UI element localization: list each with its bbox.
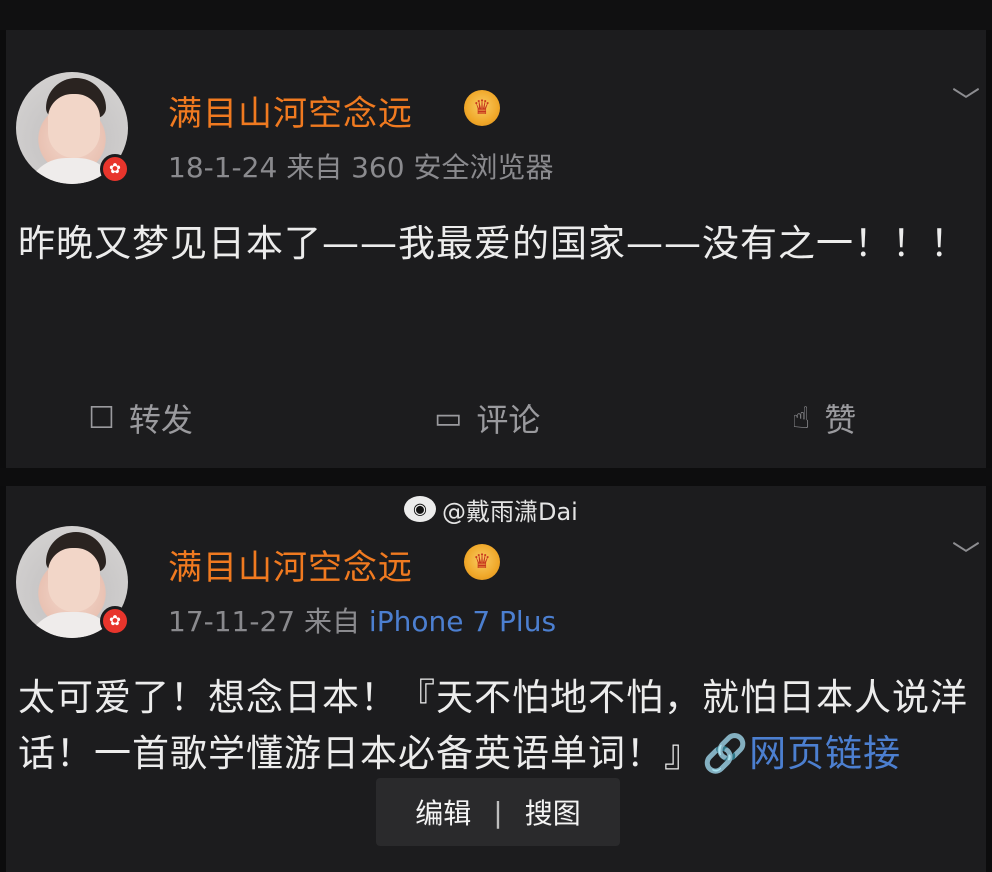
comment-icon: ▭ bbox=[434, 400, 463, 436]
source-prefix: 来自 bbox=[304, 605, 361, 638]
username[interactable]: 满目山河空念远 bbox=[168, 540, 413, 589]
post-meta: 17-11-27 来自 iPhone 7 Plus bbox=[168, 600, 556, 640]
post-meta: 18-1-24 来自 360 安全浏览器 bbox=[168, 146, 553, 186]
chevron-down-icon[interactable]: ﹀ bbox=[952, 80, 980, 120]
weibo-icon: ◉ bbox=[404, 496, 436, 522]
username[interactable]: 满目山河空念远 bbox=[168, 86, 413, 135]
like-button[interactable]: ☝ 赞 bbox=[792, 388, 856, 448]
crown-icon: ♛ bbox=[464, 90, 500, 126]
post-source[interactable]: iPhone 7 Plus bbox=[369, 605, 556, 638]
post-date: 18-1-24 bbox=[168, 151, 278, 184]
post-source: 360 安全浏览器 bbox=[351, 151, 554, 184]
top-strip bbox=[0, 0, 992, 30]
web-link[interactable]: 网页链接 bbox=[749, 732, 901, 775]
search-image-button[interactable]: 搜图 bbox=[525, 792, 581, 832]
post-text: 太可爱了！想念日本！『天不怕地不怕，就怕日本人说洋话！一首歌学懂游日本必备英语单… bbox=[18, 670, 978, 782]
action-bar: ☐ 转发 ▭ 评论 ☝ 赞 bbox=[6, 388, 986, 448]
thumbs-up-icon: ☝ bbox=[792, 400, 811, 436]
repost-button[interactable]: ☐ 转发 bbox=[88, 388, 193, 448]
post-date: 17-11-27 bbox=[168, 605, 296, 638]
post-text: 昨晚又梦见日本了——我最爱的国家——没有之一！！！ bbox=[18, 222, 968, 265]
watermark: ◉ @戴雨潇Dai bbox=[404, 492, 578, 526]
source-prefix: 来自 bbox=[286, 151, 343, 184]
like-label: 赞 bbox=[824, 401, 857, 439]
verified-badge-icon: ✿ bbox=[100, 154, 130, 184]
repost-label: 转发 bbox=[128, 401, 193, 439]
image-edit-bar: 编辑 | 搜图 bbox=[376, 778, 620, 846]
watermark-text: @戴雨潇Dai bbox=[442, 497, 578, 526]
divider bbox=[0, 468, 992, 486]
comment-label: 评论 bbox=[476, 401, 541, 439]
comment-button[interactable]: ▭ 评论 bbox=[434, 388, 540, 448]
post-card: ✿ 满目山河空念远 ♛ 18-1-24 来自 360 安全浏览器 ﹀ 昨晚又梦见… bbox=[6, 30, 986, 468]
link-icon: 🔗 bbox=[702, 732, 750, 775]
edit-button[interactable]: 编辑 bbox=[415, 792, 471, 832]
chevron-down-icon[interactable]: ﹀ bbox=[952, 534, 980, 574]
edit-bar-separator: | bbox=[493, 795, 503, 829]
crown-icon: ♛ bbox=[464, 544, 500, 580]
verified-badge-icon: ✿ bbox=[100, 606, 130, 636]
edit-share-icon: ☐ bbox=[88, 400, 115, 436]
